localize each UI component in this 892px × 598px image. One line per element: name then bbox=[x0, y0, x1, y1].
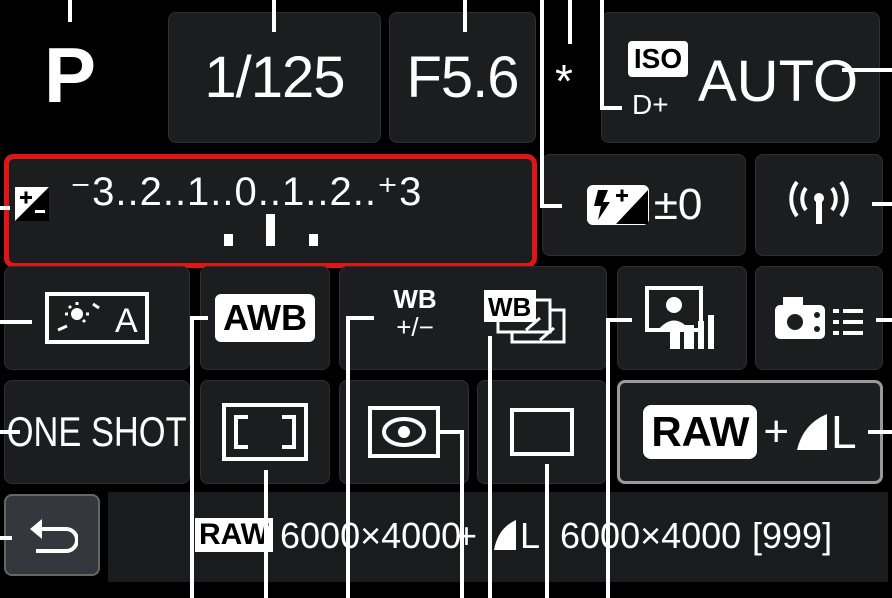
drive-mode-icon bbox=[510, 408, 574, 456]
iso-value: AUTO bbox=[698, 49, 859, 114]
quality-size: L bbox=[831, 406, 857, 458]
callout-line-quality bbox=[868, 430, 892, 434]
callout-line-afarea bbox=[264, 470, 268, 598]
shooting-mode[interactable]: P bbox=[44, 36, 96, 114]
custom-controls-panel[interactable] bbox=[755, 266, 883, 370]
af-area-panel[interactable] bbox=[200, 380, 330, 484]
callout-line-drive bbox=[545, 464, 549, 598]
ae-lock-indicator: * bbox=[555, 55, 573, 107]
jpeg-resolution: 6000×4000 bbox=[560, 515, 742, 556]
quality-raw-label: RAW bbox=[651, 408, 750, 455]
flash-comp-panel[interactable]: ±0 bbox=[542, 154, 746, 256]
callout-line-expcomp-v bbox=[540, 0, 544, 208]
callout-line-custom bbox=[876, 318, 892, 322]
custom-controls-icon bbox=[775, 297, 863, 339]
callout-line-wbshift-v bbox=[346, 316, 350, 598]
callout-line-afop bbox=[0, 430, 20, 434]
white-balance-icon: AWB bbox=[215, 294, 315, 342]
callout-line-htp-h bbox=[600, 106, 622, 110]
callout-line-aelock bbox=[568, 0, 572, 44]
callout-line-back bbox=[0, 536, 12, 540]
wb-shift-icon: WB +/− bbox=[386, 286, 444, 340]
exposure-level-marker-right bbox=[309, 234, 318, 246]
shots-remaining: [999] bbox=[752, 515, 833, 556]
raw-resolution: 6000×4000 bbox=[280, 515, 462, 556]
bottom-jpeg-size: L bbox=[520, 515, 541, 556]
raw-tag-box: RAW bbox=[195, 518, 273, 552]
exposure-comp-icon bbox=[15, 187, 49, 221]
aperture-value: F5.6 bbox=[406, 44, 519, 110]
callout-line-alo bbox=[0, 320, 32, 324]
jpeg-quality-icon bbox=[797, 414, 828, 450]
wb-bracket-label: WB bbox=[488, 292, 531, 322]
picture-style-panel[interactable] bbox=[617, 266, 747, 370]
shutter-speed-value: 1/125 bbox=[204, 44, 345, 110]
callout-line-meter-v bbox=[460, 430, 464, 598]
awb-label: AWB bbox=[223, 297, 307, 338]
alo-auto-label: A bbox=[115, 302, 138, 340]
callout-line-wb-v bbox=[190, 316, 194, 598]
iso-label: ISO bbox=[633, 43, 683, 74]
picture-style-icon bbox=[645, 286, 714, 349]
callout-line-wbbkt bbox=[488, 336, 492, 598]
flash-comp-value: ±0 bbox=[653, 180, 703, 229]
callout-line-expcomp-h bbox=[540, 204, 562, 208]
iso-label-box: ISO bbox=[628, 41, 688, 77]
bottom-jpeg-icon bbox=[494, 520, 516, 550]
callout-line-htp-v bbox=[600, 0, 604, 110]
callout-line-aperture bbox=[463, 0, 467, 32]
wb-bracket-icon: WB bbox=[484, 290, 566, 344]
exposure-scale: ⁻3..2..1..0..1..2..⁺3 bbox=[70, 170, 423, 214]
back-button[interactable] bbox=[4, 494, 100, 576]
quality-plus: + bbox=[763, 407, 790, 456]
metering-mode-icon bbox=[368, 406, 440, 458]
wb-shift-panel[interactable] bbox=[339, 266, 607, 370]
bottom-raw-tag: RAW bbox=[199, 518, 269, 551]
iso-panel[interactable]: ISO D+ AUTO bbox=[601, 12, 880, 143]
wireless-icon bbox=[789, 180, 849, 224]
image-quality-panel[interactable]: RAW + L bbox=[617, 380, 883, 484]
raw-label-box: RAW bbox=[643, 405, 758, 459]
callout-line-iso bbox=[842, 68, 892, 72]
wb-shift-bottom: +/− bbox=[396, 312, 434, 342]
callout-line-wireless bbox=[872, 202, 892, 206]
callout-line-shutter bbox=[272, 0, 276, 32]
flash-exposure-comp-icon bbox=[586, 185, 649, 225]
wireless-panel[interactable] bbox=[755, 154, 883, 256]
callout-line-wbshift-h bbox=[346, 316, 374, 320]
drive-mode-panel[interactable] bbox=[477, 380, 607, 484]
callout-line-ps-v bbox=[606, 318, 610, 598]
highlight-tone-priority: D+ bbox=[632, 89, 669, 120]
callout-line-expcomp-left bbox=[0, 206, 10, 210]
auto-lighting-optimizer-panel[interactable]: A bbox=[4, 266, 190, 370]
white-balance-panel[interactable]: AWB bbox=[200, 266, 330, 370]
af-operation-value: ONE SHOT bbox=[7, 408, 187, 455]
af-operation-panel[interactable]: ONE SHOT bbox=[4, 380, 190, 484]
auto-lighting-optimizer-icon: A bbox=[45, 292, 149, 344]
wb-shift-top: WB bbox=[393, 284, 437, 314]
back-icon bbox=[30, 519, 78, 553]
af-area-icon bbox=[222, 403, 308, 461]
callout-line-mode bbox=[68, 0, 72, 22]
exposure-level-marker-left bbox=[224, 234, 233, 246]
exposure-level-marker-center bbox=[266, 214, 275, 246]
